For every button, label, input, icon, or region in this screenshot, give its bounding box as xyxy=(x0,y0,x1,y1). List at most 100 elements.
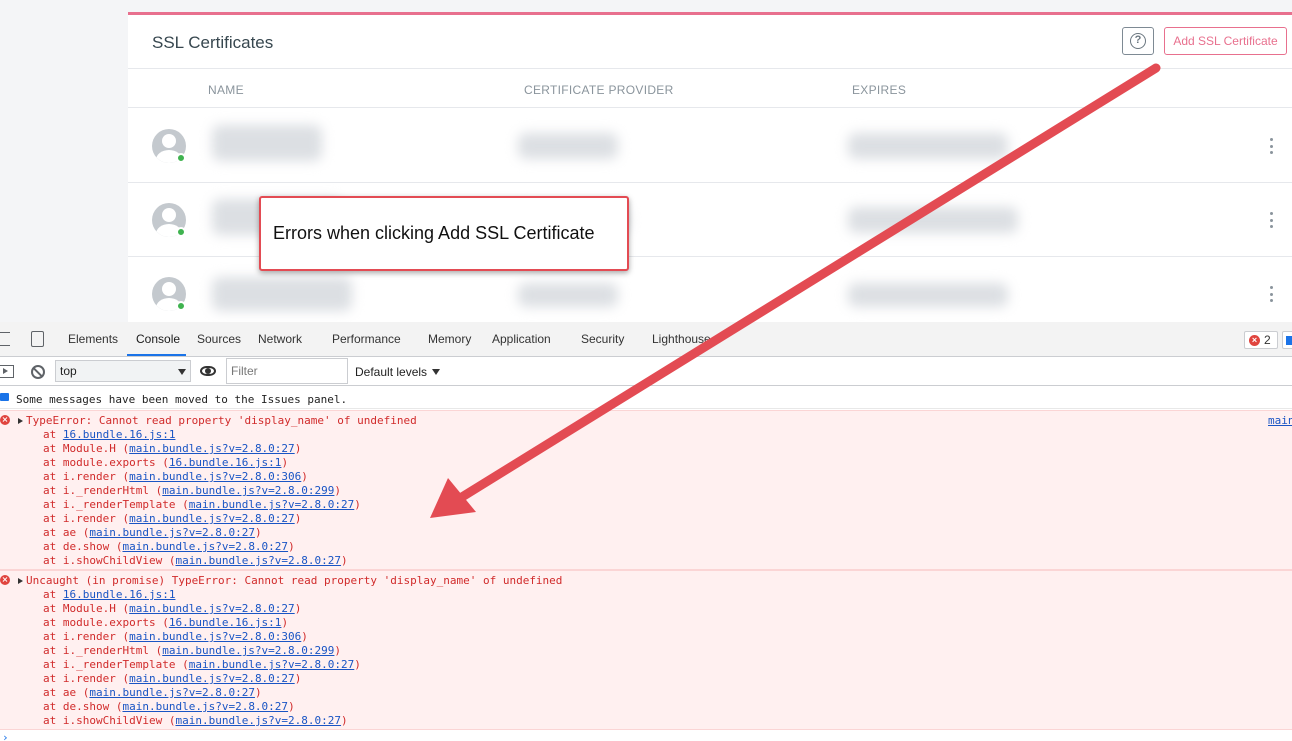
online-status-dot xyxy=(176,301,186,311)
stack-frame-function: i._renderHtml xyxy=(62,484,149,497)
stack-frame: at i.render (main.bundle.js?v=2.8.0:27) xyxy=(43,512,302,525)
message-bubble-icon xyxy=(0,393,9,401)
column-header-expires[interactable]: EXPIRES xyxy=(852,83,906,97)
error-x-icon: × xyxy=(0,575,10,585)
stack-frame: at de.show (main.bundle.js?v=2.8.0:27) xyxy=(43,700,295,713)
error-count-badge[interactable]: × 2 xyxy=(1244,331,1278,349)
stack-frame: at module.exports (16.bundle.16.js:1) xyxy=(43,616,289,629)
console-sidebar-toggle-icon[interactable] xyxy=(0,365,14,378)
column-header-provider[interactable]: CERTIFICATE PROVIDER xyxy=(524,83,674,97)
stack-frame-link[interactable]: main.bundle.js?v=2.8.0:27 xyxy=(175,554,341,567)
stack-frame-function: i._renderTemplate xyxy=(62,498,176,511)
tab-lighthouse[interactable]: Lighthouse xyxy=(652,332,711,346)
console-prompt-icon[interactable]: › xyxy=(2,731,9,741)
console-filter-input[interactable] xyxy=(226,358,348,384)
error-circle-icon: × xyxy=(1249,334,1260,346)
stack-frame-function: ae xyxy=(62,526,77,539)
log-levels-dropdown[interactable]: Default levels xyxy=(355,365,441,379)
stack-frame: at i.showChildView (main.bundle.js?v=2.8… xyxy=(43,714,348,727)
column-header-name[interactable]: NAME xyxy=(208,83,244,97)
stack-frame: at i.render (main.bundle.js?v=2.8.0:306) xyxy=(43,630,308,643)
tab-performance[interactable]: Performance xyxy=(332,332,401,346)
stack-frame: at ae (main.bundle.js?v=2.8.0:27) xyxy=(43,526,262,539)
stack-frame-function: Module.H xyxy=(62,602,116,615)
inspect-element-icon[interactable] xyxy=(0,332,10,346)
live-expression-eye-icon[interactable] xyxy=(200,366,216,376)
error-count: 2 xyxy=(1264,333,1271,347)
expand-triangle-icon[interactable] xyxy=(18,578,23,584)
stack-frame: at 16.bundle.16.js:1 xyxy=(43,588,176,601)
stack-frame-link[interactable]: main.bundle.js?v=2.8.0:27 xyxy=(122,540,288,553)
annotation-callout: Errors when clicking Add SSL Certificate xyxy=(259,196,629,271)
tab-console[interactable]: Console xyxy=(136,332,180,346)
devtools-tabbar: Elements Console Sources Network Perform… xyxy=(0,322,1292,357)
error-message-2[interactable]: × Uncaught (in promise) TypeError: Canno… xyxy=(0,570,1292,730)
stack-frame-link[interactable]: main.bundle.js?v=2.8.0:299 xyxy=(162,644,334,657)
active-tab-indicator xyxy=(127,354,186,356)
issues-flag-icon[interactable] xyxy=(1282,331,1292,349)
stack-frame-link[interactable]: main.bundle.js?v=2.8.0:27 xyxy=(175,714,341,727)
error-source-link[interactable]: main xyxy=(1268,414,1292,427)
stack-frame-link[interactable]: main.bundle.js?v=2.8.0:27 xyxy=(89,526,255,539)
stack-frame-function: i.render xyxy=(62,512,116,525)
stack-frame-function: i.render xyxy=(62,630,116,643)
console-output[interactable]: Some messages have been moved to the Iss… xyxy=(0,387,1292,741)
context-select[interactable]: top xyxy=(55,360,191,382)
stack-frame-link[interactable]: main.bundle.js?v=2.8.0:306 xyxy=(129,630,301,643)
stack-frame-link[interactable]: main.bundle.js?v=2.8.0:27 xyxy=(189,658,355,671)
redacted-expires xyxy=(848,133,1008,159)
redacted-provider xyxy=(518,283,618,307)
stack-frame-link[interactable]: main.bundle.js?v=2.8.0:299 xyxy=(162,484,334,497)
question-circle-icon: ? xyxy=(1130,33,1146,49)
table-row[interactable] xyxy=(128,109,1292,183)
info-message: Some messages have been moved to the Iss… xyxy=(0,387,1292,409)
stack-trace: at 16.bundle.16.js:1 at Module.H (main.bu… xyxy=(43,428,361,568)
stack-frame-link[interactable]: main.bundle.js?v=2.8.0:27 xyxy=(129,672,295,685)
stack-frame: at i.render (main.bundle.js?v=2.8.0:306) xyxy=(43,470,308,483)
add-ssl-certificate-button[interactable]: Add SSL Certificate xyxy=(1164,27,1287,55)
tab-application[interactable]: Application xyxy=(492,332,551,346)
tab-sources[interactable]: Sources xyxy=(197,332,241,346)
stack-frame-function: i.render xyxy=(62,672,116,685)
row-menu-icon[interactable] xyxy=(1266,138,1276,154)
device-toolbar-icon[interactable] xyxy=(31,331,44,347)
stack-frame: at ae (main.bundle.js?v=2.8.0:27) xyxy=(43,686,262,699)
stack-frame-link[interactable]: 16.bundle.16.js:1 xyxy=(63,428,176,441)
stack-frame-link[interactable]: main.bundle.js?v=2.8.0:27 xyxy=(129,512,295,525)
redacted-expires xyxy=(848,207,1018,233)
clear-console-icon[interactable] xyxy=(31,365,45,379)
tab-security[interactable]: Security xyxy=(581,332,624,346)
app-background: SSL Certificates ? Add SSL Certificate N… xyxy=(0,0,1292,322)
stack-frame-link[interactable]: main.bundle.js?v=2.8.0:27 xyxy=(89,686,255,699)
stack-frame-link[interactable]: 16.bundle.16.js:1 xyxy=(169,456,282,469)
row-menu-icon[interactable] xyxy=(1266,286,1276,302)
dropdown-arrow-icon xyxy=(432,369,441,375)
tab-network[interactable]: Network xyxy=(258,332,302,346)
stack-frame: at i._renderHtml (main.bundle.js?v=2.8.0… xyxy=(43,644,342,657)
row-menu-icon[interactable] xyxy=(1266,212,1276,228)
stack-frame-function: i._renderHtml xyxy=(62,644,149,657)
stack-frame: at Module.H (main.bundle.js?v=2.8.0:27) xyxy=(43,602,302,615)
tab-memory[interactable]: Memory xyxy=(428,332,471,346)
stack-frame-link[interactable]: main.bundle.js?v=2.8.0:27 xyxy=(129,442,295,455)
stack-frame-link[interactable]: main.bundle.js?v=2.8.0:306 xyxy=(129,470,301,483)
context-value: top xyxy=(60,364,77,378)
stack-frame: at i._renderHtml (main.bundle.js?v=2.8.0… xyxy=(43,484,342,497)
stack-frame-link[interactable]: main.bundle.js?v=2.8.0:27 xyxy=(129,602,295,615)
stack-frame-link[interactable]: 16.bundle.16.js:1 xyxy=(63,588,176,601)
online-status-dot xyxy=(176,153,186,163)
stack-frame-function: i.showChildView xyxy=(62,714,163,727)
stack-frame: at Module.H (main.bundle.js?v=2.8.0:27) xyxy=(43,442,302,455)
help-button[interactable]: ? xyxy=(1122,27,1154,55)
error-message-1[interactable]: × TypeError: Cannot read property 'displ… xyxy=(0,410,1292,570)
expand-triangle-icon[interactable] xyxy=(18,418,23,424)
tab-elements[interactable]: Elements xyxy=(68,332,118,346)
stack-frame-link[interactable]: main.bundle.js?v=2.8.0:27 xyxy=(122,700,288,713)
stack-frame-link[interactable]: 16.bundle.16.js:1 xyxy=(169,616,282,629)
redacted-name xyxy=(212,125,322,161)
stack-frame-function: module.exports xyxy=(62,456,156,469)
stack-frame-link[interactable]: main.bundle.js?v=2.8.0:27 xyxy=(189,498,355,511)
stack-frame: at i._renderTemplate (main.bundle.js?v=2… xyxy=(43,658,361,671)
redacted-expires xyxy=(848,283,1008,307)
stack-frame-function: ae xyxy=(62,686,77,699)
